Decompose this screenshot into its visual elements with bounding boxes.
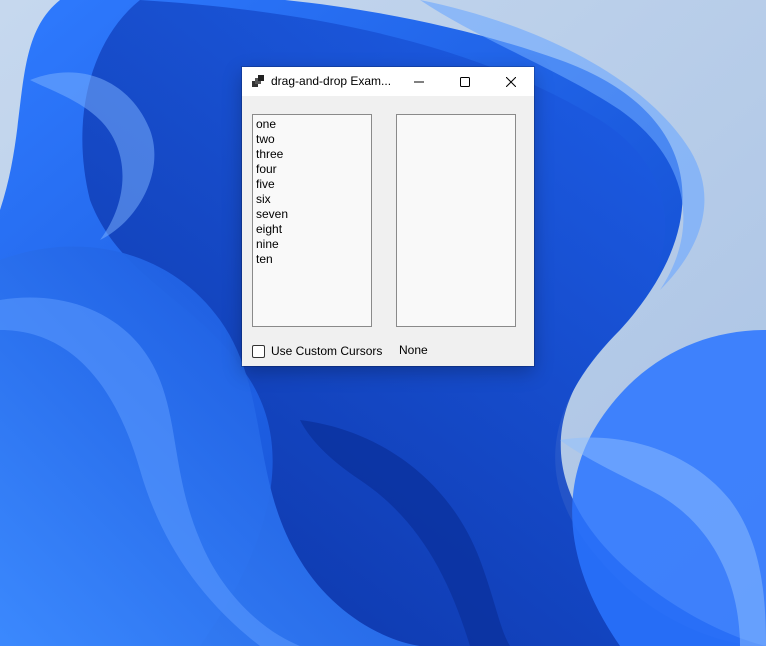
target-listbox[interactable] — [396, 114, 516, 327]
source-listbox[interactable]: one two three four five six seven eight … — [252, 114, 372, 327]
list-item[interactable]: six — [253, 192, 371, 207]
list-item[interactable]: two — [253, 132, 371, 147]
maximize-button[interactable] — [442, 67, 488, 96]
window-client-area: one two three four five six seven eight … — [242, 96, 534, 366]
window-title: drag-and-drop Exam... — [271, 74, 392, 88]
list-item[interactable]: four — [253, 162, 371, 177]
custom-cursors-label: Use Custom Cursors — [271, 344, 383, 358]
drop-effect-status: None — [399, 343, 428, 357]
maximize-icon — [460, 76, 470, 87]
minimize-icon — [414, 81, 424, 82]
list-item[interactable]: ten — [253, 252, 371, 267]
list-item[interactable]: one — [253, 117, 371, 132]
minimize-button[interactable] — [396, 67, 442, 96]
source-list-items: one two three four five six seven eight … — [253, 115, 371, 267]
close-icon — [506, 76, 516, 87]
close-button[interactable] — [488, 67, 534, 96]
app-window: drag-and-drop Exam... one two three four — [242, 67, 534, 366]
list-item[interactable]: three — [253, 147, 371, 162]
list-item[interactable]: nine — [253, 237, 371, 252]
custom-cursors-option[interactable]: Use Custom Cursors — [252, 343, 382, 359]
custom-cursors-checkbox[interactable] — [252, 344, 265, 358]
app-icon — [252, 75, 264, 87]
title-bar[interactable]: drag-and-drop Exam... — [242, 67, 534, 96]
list-item[interactable]: seven — [253, 207, 371, 222]
list-item[interactable]: five — [253, 177, 371, 192]
list-item[interactable]: eight — [253, 222, 371, 237]
